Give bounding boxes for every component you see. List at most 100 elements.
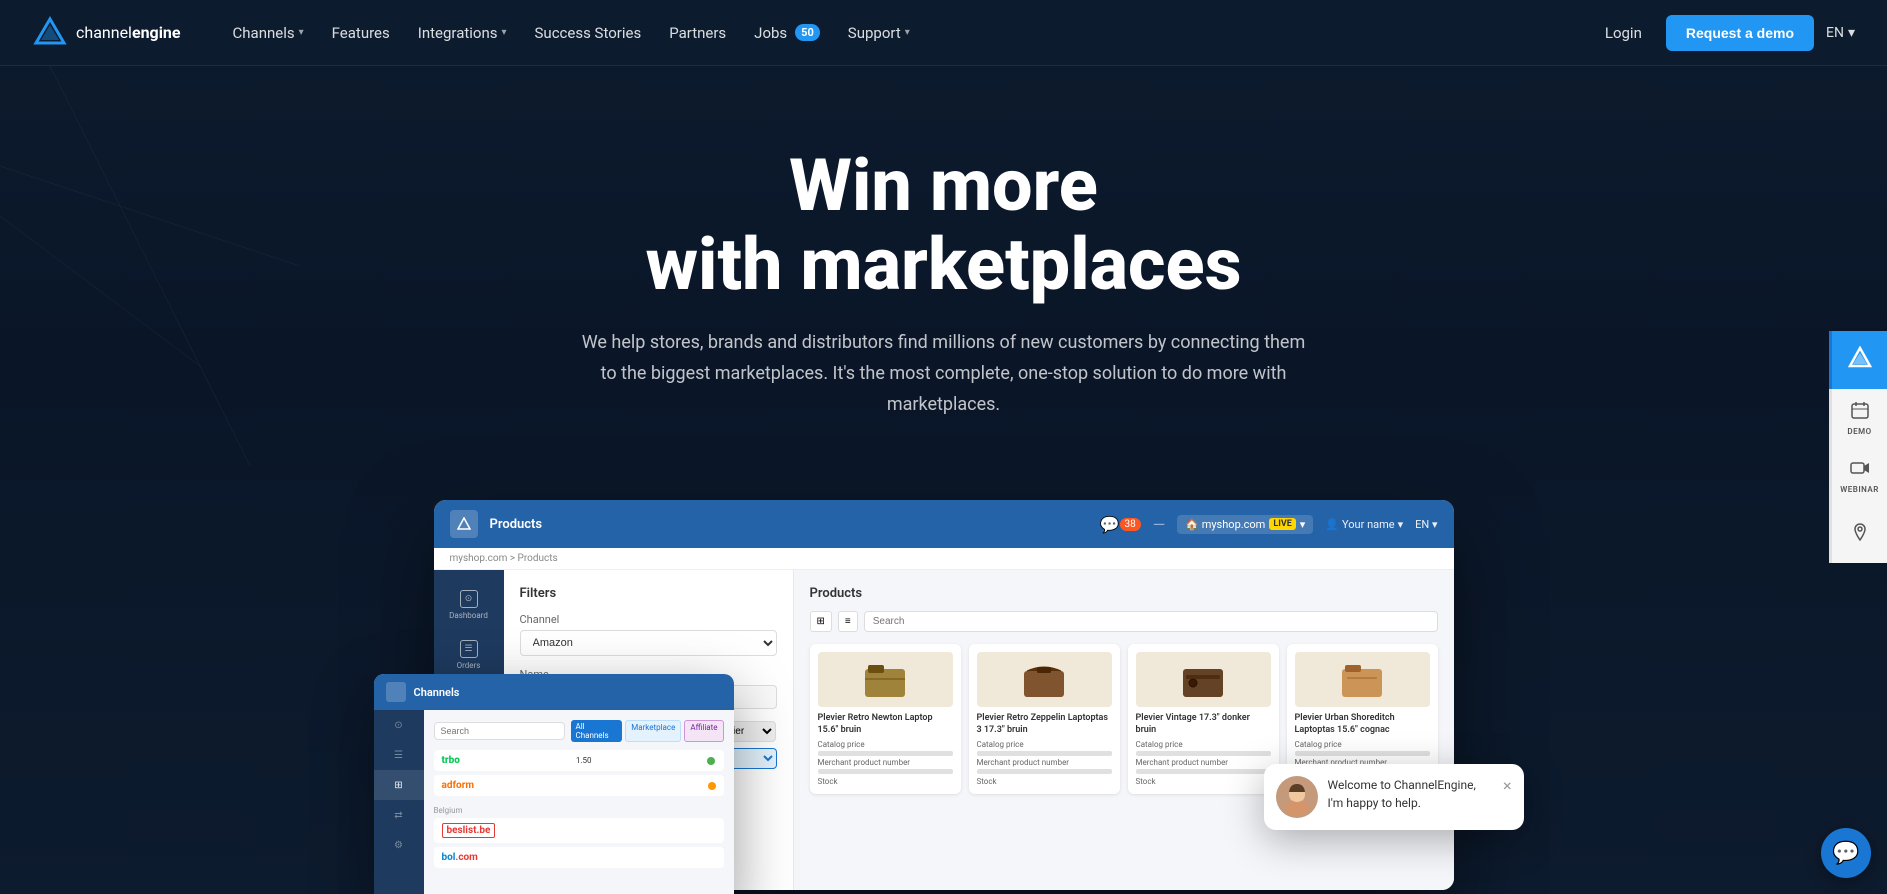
logo-icon (32, 15, 68, 51)
trbo-logo: trbo (442, 755, 460, 766)
list-view-button[interactable]: ≡ (838, 611, 858, 632)
sec-sidebar-icon-3: ⊞ (374, 770, 424, 800)
affiliate-tag[interactable]: Affiliate (684, 720, 723, 742)
sec-sidebar-icon-2: ☰ (374, 740, 424, 770)
nav-features[interactable]: Features (320, 16, 402, 50)
products-toolbar: ⊞ ≡ (810, 611, 1438, 632)
secondary-title: Channels (414, 686, 460, 699)
app-title: Products (490, 517, 543, 532)
right-panel-demo[interactable]: DEMO (1829, 389, 1887, 447)
shop-name: 🏠 myshop.com (1185, 518, 1265, 531)
chevron-down-icon: ▾ (1300, 518, 1306, 531)
username-display[interactable]: 👤 Your name ▾ (1325, 518, 1403, 531)
right-panel-icon-brand[interactable] (1829, 331, 1887, 389)
channel-row-bol[interactable]: bol.com (434, 847, 724, 868)
bg-decoration (0, 66, 300, 466)
webinar-label: WEBINAR (1840, 485, 1879, 494)
secondary-topbar: Channels (374, 674, 734, 710)
chat-header: Welcome to ChannelEngine, I'm happy to h… (1264, 764, 1524, 830)
product-image-1 (818, 652, 953, 707)
nav-partners[interactable]: Partners (657, 16, 738, 50)
channel-row-beslist[interactable]: beslist.be (434, 818, 724, 843)
hero-content: Win more with marketplaces We help store… (344, 66, 1544, 500)
chat-fab-button[interactable]: 💬 (1821, 828, 1871, 878)
sidebar-item-orders[interactable]: ☰ Orders (434, 632, 504, 678)
nav-right: Login Request a demo EN ▾ (1593, 15, 1855, 51)
right-panel-webinar[interactable]: WEBINAR (1829, 447, 1887, 505)
products-search-input[interactable] (864, 611, 1438, 632)
topbar-lang[interactable]: EN ▾ (1415, 518, 1437, 531)
secondary-search-row: All Channels Marketplace Affiliate (434, 720, 724, 742)
notification-badge: 38 (1120, 518, 1141, 531)
product-merchant-label-2: Merchant product number (977, 758, 1112, 767)
chat-avatar (1276, 776, 1318, 818)
product-merchant-bar-3 (1136, 769, 1271, 774)
nav-jobs[interactable]: Jobs 50 (742, 16, 832, 50)
chat-fab-icon: 💬 (1832, 841, 1859, 866)
product-merchant-label-1: Merchant product number (818, 758, 953, 767)
product-price-label-1: Catalog price (818, 740, 953, 749)
nav-channels[interactable]: Channels ▾ (221, 16, 316, 50)
channel-row-trbo[interactable]: trbo 1.50 (434, 750, 724, 771)
chevron-down-icon: ▾ (1848, 25, 1855, 41)
location-icon (1850, 522, 1870, 547)
product-card-3[interactable]: Plevier Vintage 17.3" donker bruin Catal… (1128, 644, 1279, 793)
product-stock-3: Stock (1136, 777, 1271, 786)
beslist-logo: beslist.be (442, 823, 496, 838)
app-topbar: Products 💬 38 — 🏠 myshop.com LIVE ▾ 👤 Y (434, 500, 1454, 548)
video-icon (1850, 458, 1870, 483)
nav-links: Channels ▾ Features Integrations ▾ Succe… (221, 16, 1593, 50)
topbar-right: 💬 38 — 🏠 myshop.com LIVE ▾ 👤 Your name ▾ (1100, 515, 1438, 534)
product-price-bar-4 (1295, 751, 1430, 756)
chat-close-button[interactable]: × (1503, 776, 1512, 795)
product-name-2: Plevier Retro Zeppelin Laptoptas 3 17.3"… (977, 713, 1112, 736)
secondary-search-input[interactable] (434, 722, 565, 740)
hero-title: Win more with marketplaces (384, 146, 1504, 304)
product-price-label-2: Catalog price (977, 740, 1112, 749)
sec-sidebar-icon-1: ⊙ (374, 710, 424, 740)
secondary-main: All Channels Marketplace Affiliate trbo … (424, 710, 734, 894)
product-card-1[interactable]: Plevier Retro Newton Laptop 15.6" bruin … (810, 644, 961, 793)
nav-integrations[interactable]: Integrations ▾ (406, 16, 519, 50)
request-demo-button[interactable]: Request a demo (1666, 15, 1814, 51)
demo-label: DEMO (1847, 427, 1871, 436)
product-card-2[interactable]: Plevier Retro Zeppelin Laptoptas 3 17.3"… (969, 644, 1120, 793)
dashboard-icon: ⊙ (460, 590, 478, 608)
product-price-bar-2 (977, 751, 1112, 756)
bol-logo: bol.com (442, 852, 478, 863)
language-selector[interactable]: EN ▾ (1826, 25, 1855, 41)
logo[interactable]: channelengine (32, 15, 181, 51)
grid-view-button[interactable]: ⊞ (810, 611, 832, 632)
channel-filter-select[interactable]: Amazon (520, 630, 777, 656)
channel-filter-label: Channel (520, 613, 777, 626)
belgium-label: Belgium (434, 800, 724, 818)
channel-row-adform[interactable]: adform (434, 775, 724, 796)
nav-success-stories[interactable]: Success Stories (523, 16, 654, 50)
app-breadcrumb: myshop.com > Products (434, 548, 1454, 570)
product-name-4: Plevier Urban Shoreditch Laptoptas 15.6"… (1295, 713, 1430, 736)
product-name-3: Plevier Vintage 17.3" donker bruin (1136, 713, 1271, 736)
right-panel-location[interactable] (1829, 505, 1887, 563)
marketplace-tag[interactable]: Marketplace (625, 720, 681, 742)
app-logo-mini (450, 510, 478, 538)
login-button[interactable]: Login (1593, 16, 1654, 50)
secondary-body: ⊙ ☰ ⊞ ⇄ ⚙ All Channels Marketplace Affil… (374, 710, 734, 894)
adform-logo: adform (442, 780, 475, 791)
secondary-sidebar: ⊙ ☰ ⊞ ⇄ ⚙ (374, 710, 424, 894)
product-merchant-label-3: Merchant product number (1136, 758, 1271, 767)
channel-filter-tags: All Channels Marketplace Affiliate (571, 720, 724, 742)
app-screenshot-container: Products 💬 38 — 🏠 myshop.com LIVE ▾ 👤 Y (394, 500, 1494, 890)
nav-support[interactable]: Support ▾ (836, 16, 922, 50)
all-channels-tag[interactable]: All Channels (571, 720, 623, 742)
live-badge: LIVE (1269, 518, 1295, 530)
product-merchant-bar-2 (977, 769, 1112, 774)
chevron-down-icon: ▾ (501, 27, 506, 38)
product-merchant-bar-1 (818, 769, 953, 774)
notifications[interactable]: 💬 38 (1100, 515, 1141, 534)
navbar: channelengine Channels ▾ Features Integr… (0, 0, 1887, 66)
product-price-bar-1 (818, 751, 953, 756)
sidebar-item-dashboard[interactable]: ⊙ Dashboard (434, 582, 504, 628)
channelengine-icon (1848, 346, 1872, 375)
topbar-shop[interactable]: 🏠 myshop.com LIVE ▾ (1177, 515, 1313, 534)
trbo-price: 1.50 (576, 756, 592, 765)
